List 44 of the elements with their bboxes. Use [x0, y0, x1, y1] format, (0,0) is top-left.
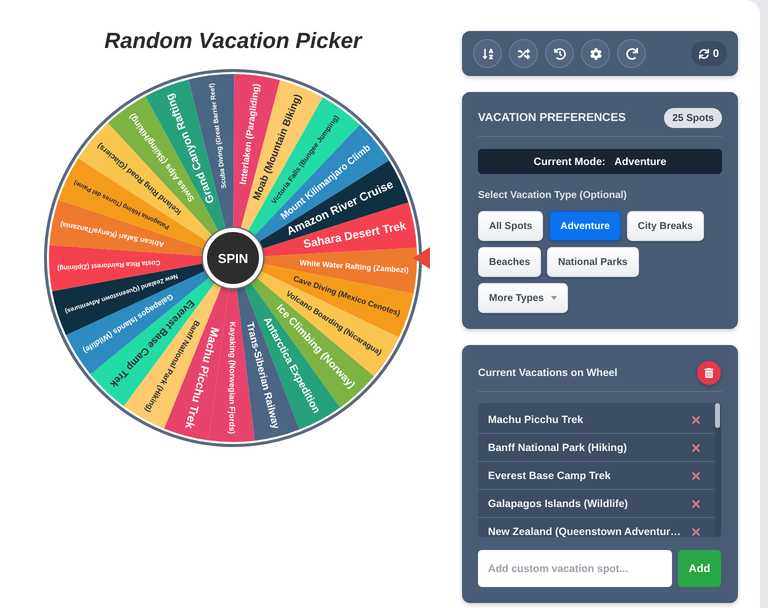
vacation-name: Galapagos Islands (Wildlife)	[488, 498, 628, 510]
trash-icon	[704, 368, 714, 378]
redo-button[interactable]	[617, 39, 646, 68]
type-button[interactable]: National Parks	[547, 247, 639, 277]
type-button[interactable]: All Spots	[478, 211, 544, 241]
type-button[interactable]: Adventure	[549, 211, 621, 241]
settings-icon	[590, 48, 602, 60]
close-icon	[692, 500, 700, 508]
mode-label: Current Mode:	[534, 156, 606, 168]
close-icon	[692, 416, 700, 424]
sort-icon	[482, 48, 494, 60]
spin-count: 0	[712, 48, 719, 60]
sort-button[interactable]	[473, 39, 502, 68]
scrollbar-thumb[interactable]	[715, 403, 720, 428]
history-button[interactable]	[545, 39, 574, 68]
vacation-name: Everest Base Camp Trek	[488, 470, 611, 482]
type-button[interactable]: Beaches	[478, 247, 542, 277]
history-icon	[554, 48, 566, 60]
shuffle-button[interactable]	[509, 39, 538, 68]
close-icon	[692, 528, 700, 536]
type-button[interactable]: City Breaks	[626, 211, 704, 241]
pointer-icon	[413, 247, 430, 269]
mode-value: Adventure	[614, 156, 666, 168]
clear-all-button[interactable]	[697, 361, 721, 385]
shuffle-icon	[518, 48, 530, 60]
settings-button[interactable]	[581, 39, 610, 68]
caret-icon	[550, 296, 557, 300]
close-icon	[692, 444, 700, 452]
redo-icon	[626, 48, 638, 60]
vacation-name: Banff National Park (Hiking)	[488, 442, 627, 454]
panel-title: VACATION PREFERENCES	[478, 112, 626, 124]
vacation-name: New Zealand (Queenstown Adventur…	[488, 526, 681, 537]
close-icon	[692, 472, 700, 480]
type-prompt: Select Vacation Type (Optional)	[478, 190, 628, 202]
sync-icon	[698, 48, 709, 58]
page-title: Random Vacation Picker	[104, 27, 362, 55]
panel-title: Current Vacations on Wheel	[478, 367, 618, 379]
spots-count: 25 Spots	[664, 108, 722, 128]
scrollbar[interactable]	[715, 403, 721, 537]
type-dropdown[interactable]: More Types	[478, 283, 568, 313]
vacation-input[interactable]: Add custom vacation spot...	[478, 550, 672, 587]
segment-label: Kayaking (Norwegian Fjords)	[227, 322, 238, 434]
segment-label: Interlaken (Paragliding)	[238, 82, 262, 186]
vacation-name: Machu Picchu Trek	[488, 414, 584, 426]
